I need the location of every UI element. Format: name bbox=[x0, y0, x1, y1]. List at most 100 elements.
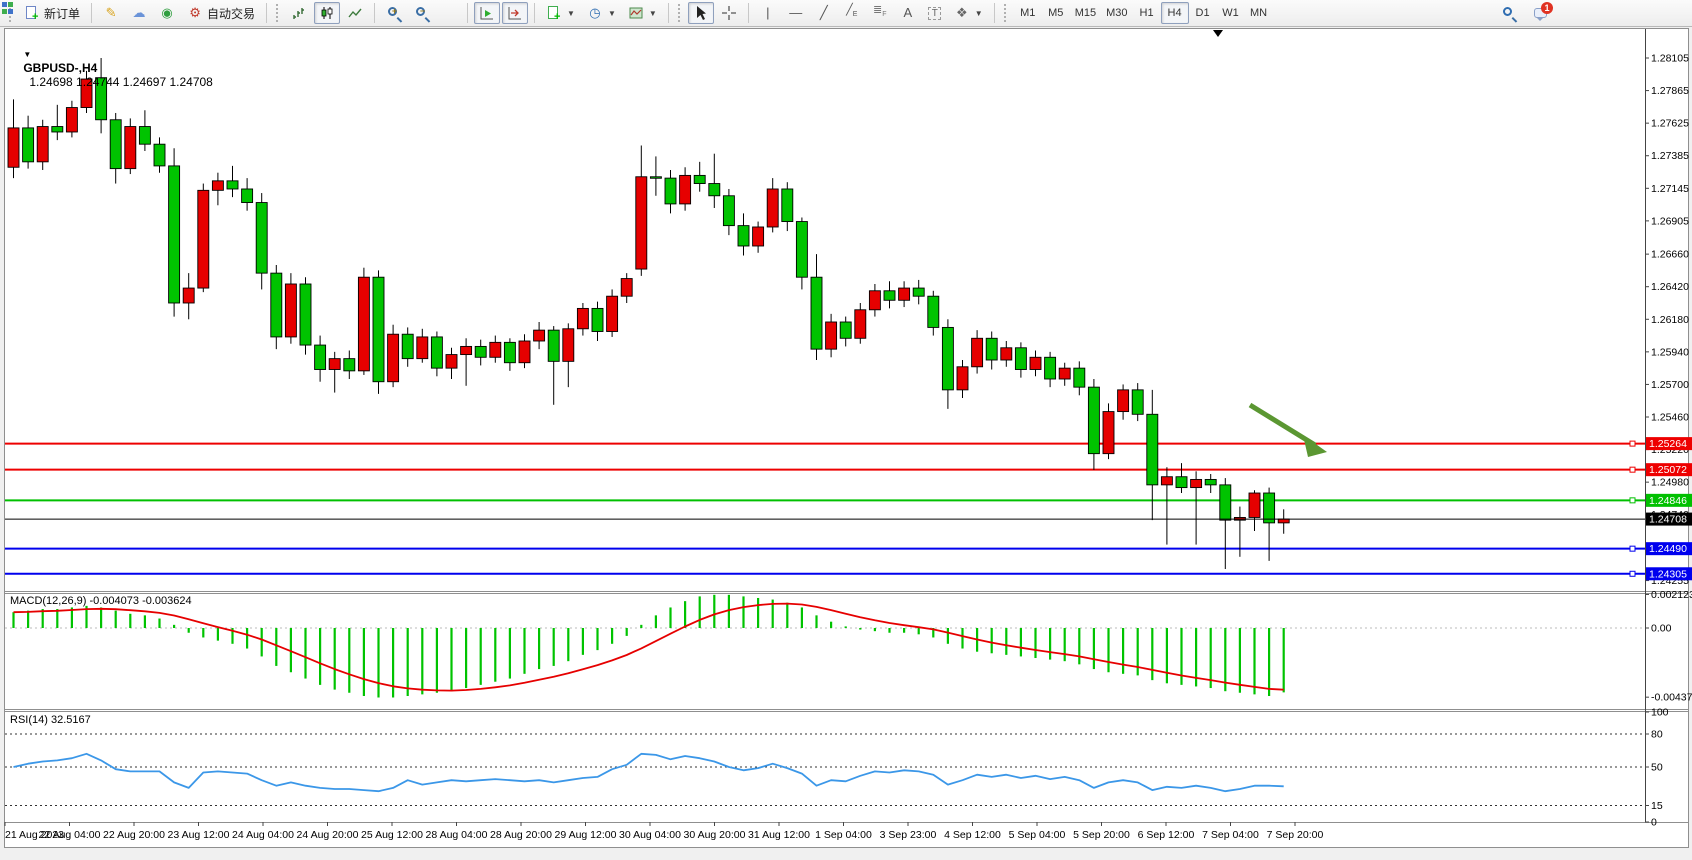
timeframe-button-h1[interactable]: H1 bbox=[1133, 2, 1161, 24]
channel-icon: ╱E bbox=[844, 2, 860, 23]
signal-button[interactable]: ◉ bbox=[154, 2, 180, 24]
candle bbox=[782, 189, 793, 222]
candle bbox=[139, 127, 150, 145]
price-tick-label: 1.25460 bbox=[1651, 412, 1689, 424]
date-label: 7 Sep 04:00 bbox=[1202, 829, 1259, 841]
candlestick-button[interactable] bbox=[314, 2, 340, 24]
cursor-button[interactable] bbox=[688, 2, 714, 24]
chart-area[interactable]: 1.281051.278651.276251.273851.271451.269… bbox=[0, 28, 1692, 855]
candle bbox=[840, 322, 851, 338]
arrows-button[interactable]: ❖ ▼ bbox=[949, 2, 988, 24]
auto-scroll-button[interactable] bbox=[474, 2, 500, 24]
timeframe-button-m30[interactable]: M30 bbox=[1101, 2, 1132, 24]
templates-button[interactable]: ▼ bbox=[623, 2, 662, 24]
timeframe-button-m15[interactable]: M15 bbox=[1070, 2, 1101, 24]
chart-shift-button[interactable] bbox=[502, 2, 528, 24]
candle bbox=[913, 288, 924, 296]
rsi-axis-label: 80 bbox=[1651, 729, 1663, 741]
line-chart-button[interactable] bbox=[342, 2, 368, 24]
timeframe-button-w1[interactable]: W1 bbox=[1217, 2, 1245, 24]
timeframe-button-m5[interactable]: M5 bbox=[1042, 2, 1070, 24]
candle bbox=[899, 288, 910, 300]
auto-scroll-icon bbox=[479, 5, 495, 21]
profiles-button[interactable]: ☁ bbox=[126, 2, 152, 24]
notifications-button[interactable]: 1 bbox=[1528, 2, 1554, 24]
text-button[interactable]: A bbox=[895, 2, 921, 24]
candle bbox=[256, 203, 267, 274]
rsi-axis-label: 100 bbox=[1651, 707, 1669, 719]
candle bbox=[650, 177, 661, 179]
candle bbox=[753, 227, 764, 246]
date-label: 5 Sep 04:00 bbox=[1009, 829, 1066, 841]
zoom-in-button[interactable]: + bbox=[381, 2, 407, 24]
timeframe-button-m1[interactable]: M1 bbox=[1014, 2, 1042, 24]
text-label-button[interactable]: T bbox=[923, 2, 947, 24]
candle bbox=[942, 327, 953, 389]
candle bbox=[563, 329, 574, 362]
line-handle[interactable] bbox=[1630, 498, 1635, 503]
date-label: 28 Aug 04:00 bbox=[426, 829, 488, 841]
search-button[interactable] bbox=[1496, 2, 1522, 24]
zoom-out-button[interactable]: − bbox=[409, 2, 435, 24]
bar-chart-icon bbox=[291, 5, 307, 21]
crosshair-button[interactable] bbox=[716, 2, 742, 24]
price-tick-label: 1.24980 bbox=[1651, 477, 1689, 489]
indicators-icon: + bbox=[546, 5, 562, 21]
search-icon bbox=[1501, 5, 1517, 21]
line-handle[interactable] bbox=[1630, 546, 1635, 551]
chart-window: 1.281051.278651.276251.273851.271451.269… bbox=[0, 28, 1692, 855]
chart-shift-icon bbox=[507, 5, 523, 21]
new-order-button[interactable]: + 新订单 bbox=[19, 2, 85, 24]
marker-button[interactable]: ✎ bbox=[98, 2, 124, 24]
line-handle[interactable] bbox=[1630, 441, 1635, 446]
price-tick-label: 1.26905 bbox=[1651, 215, 1689, 227]
candle bbox=[1059, 368, 1070, 379]
channel-button[interactable]: ╱E bbox=[839, 2, 865, 24]
candle bbox=[373, 277, 384, 382]
candle bbox=[884, 291, 895, 301]
date-label: 30 Aug 20:00 bbox=[684, 829, 746, 841]
fibonacci-button[interactable]: ≣F bbox=[867, 2, 893, 24]
trendline-button[interactable]: ╱ bbox=[811, 2, 837, 24]
candle bbox=[1088, 387, 1099, 454]
periods-button[interactable]: ◷ ▼ bbox=[582, 2, 621, 24]
candle bbox=[767, 189, 778, 227]
candle bbox=[154, 144, 165, 166]
date-label: 3 Sep 23:00 bbox=[880, 829, 937, 841]
chevron-down-icon: ▼ bbox=[567, 9, 575, 18]
price-line-label-text: 1.25264 bbox=[1649, 438, 1687, 450]
horizontal-line-button[interactable]: — bbox=[783, 2, 809, 24]
timeframe-button-mn[interactable]: MN bbox=[1245, 2, 1273, 24]
timeframe-button-d1[interactable]: D1 bbox=[1189, 2, 1217, 24]
indicators-button[interactable]: + ▼ bbox=[541, 2, 580, 24]
candle bbox=[986, 338, 997, 360]
line-handle[interactable] bbox=[1630, 467, 1635, 472]
toolbar-separator bbox=[91, 3, 92, 23]
chevron-down-icon: ▼ bbox=[975, 9, 983, 18]
price-line-label-text: 1.25072 bbox=[1649, 464, 1687, 476]
bar-chart-button[interactable] bbox=[286, 2, 312, 24]
candle bbox=[1249, 493, 1260, 517]
date-label: 31 Aug 12:00 bbox=[748, 829, 810, 841]
candle bbox=[607, 296, 618, 331]
candlestick-icon bbox=[319, 5, 335, 21]
rsi-axis-label: 15 bbox=[1651, 800, 1663, 812]
candle bbox=[855, 310, 866, 339]
candle bbox=[796, 222, 807, 278]
auto-trading-button[interactable]: ⚙ 自动交易 bbox=[182, 2, 260, 24]
candle bbox=[446, 355, 457, 369]
candle bbox=[534, 330, 545, 341]
main-toolbar: + 新订单 ✎ ☁ ◉ ⚙ 自动交易 + − + ▼ bbox=[0, 0, 1692, 27]
candle bbox=[344, 359, 355, 371]
tile-windows-button[interactable] bbox=[437, 2, 461, 24]
candle bbox=[972, 338, 983, 367]
line-handle[interactable] bbox=[1630, 571, 1635, 576]
timeframe-button-h4[interactable]: H4 bbox=[1161, 2, 1189, 24]
auto-trading-label: 自动交易 bbox=[207, 5, 255, 22]
chart-menu-icon[interactable]: ▼ bbox=[23, 50, 31, 59]
vertical-line-button[interactable]: | bbox=[755, 2, 781, 24]
date-label: 22 Aug 20:00 bbox=[103, 829, 165, 841]
macd-label: MACD(12,26,9) -0.004073 -0.003624 bbox=[10, 595, 192, 607]
trendline-icon: ╱ bbox=[816, 5, 832, 21]
auto-trading-icon: ⚙ bbox=[187, 5, 203, 21]
